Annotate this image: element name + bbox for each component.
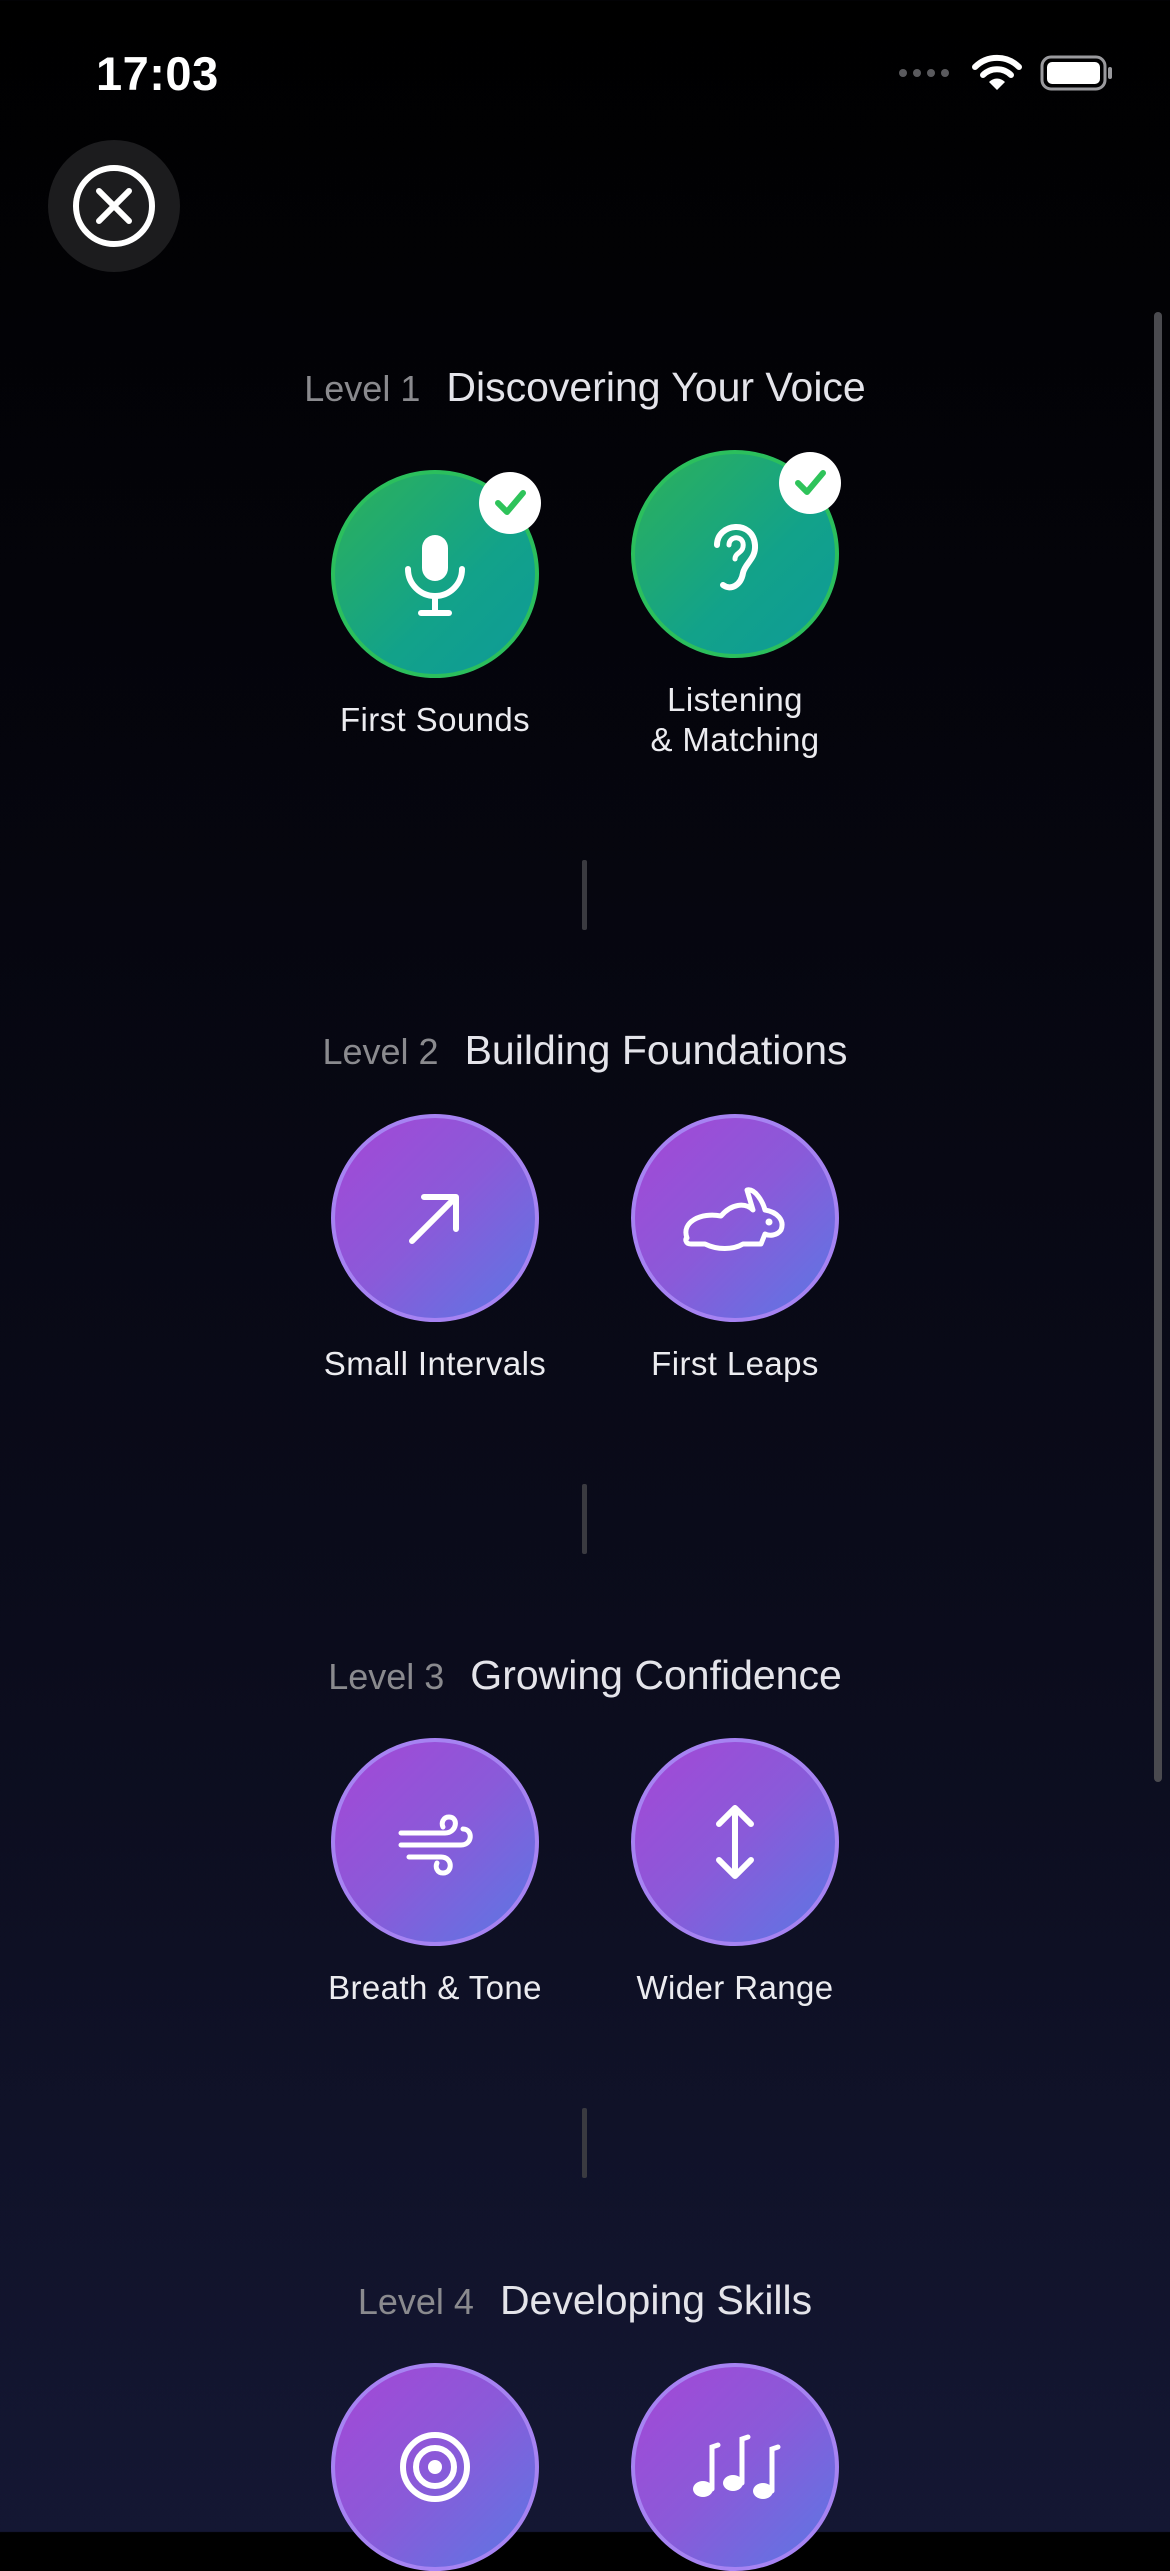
- lesson-listening-matching[interactable]: Listening & Matching: [575, 450, 895, 760]
- lesson-circle[interactable]: [631, 1738, 839, 1946]
- lesson-small-intervals[interactable]: Small Intervals: [275, 1114, 595, 1384]
- completed-check-icon: [479, 472, 541, 534]
- wifi-icon: [972, 54, 1022, 90]
- lesson-circle[interactable]: [331, 470, 541, 678]
- lesson-first-sounds[interactable]: First Sounds: [275, 470, 595, 740]
- level-number: Level 4: [357, 2281, 474, 2322]
- lesson-first-leaps[interactable]: First Leaps: [575, 1114, 895, 1384]
- lesson-circle[interactable]: [631, 2363, 839, 2571]
- arrow-up-right-icon: [409, 1194, 459, 1244]
- lesson-label: Breath & Tone: [328, 1969, 542, 2006]
- lesson-circle[interactable]: [331, 2363, 539, 2571]
- ear-icon: [714, 524, 759, 591]
- level-number: Level 3: [328, 1656, 445, 1697]
- lesson-level-4-first[interactable]: [275, 2363, 595, 2571]
- music-notes-icon: [693, 2434, 781, 2499]
- level-number: Level 2: [322, 1031, 439, 1072]
- completed-check-icon: [779, 452, 841, 514]
- lesson-label: First Sounds: [339, 701, 531, 738]
- level-number: Level 1: [304, 368, 421, 409]
- target-icon: [400, 2432, 470, 2502]
- lesson-label: First Leaps: [651, 1345, 819, 1382]
- level-4-header: Level 4 Developing Skills: [0, 2277, 1170, 2324]
- level-connector: [582, 2108, 587, 2178]
- arrow-up-down-icon: [716, 1805, 754, 1879]
- battery-icon: [1040, 55, 1112, 91]
- close-icon: [73, 165, 155, 247]
- cellular-signal-icon: [899, 69, 949, 77]
- level-connector: [582, 1484, 587, 1554]
- level-title: Developing Skills: [499, 2277, 813, 2323]
- status-time: 17:03: [96, 47, 219, 100]
- lesson-circle[interactable]: [631, 1114, 839, 1322]
- level-2-header: Level 2 Building Foundations: [0, 1027, 1170, 1074]
- level-title: Growing Confidence: [470, 1652, 842, 1698]
- lesson-label: Wider Range: [636, 1969, 834, 2006]
- lesson-circle[interactable]: [331, 1114, 539, 1322]
- lesson-breath-tone[interactable]: Breath & Tone: [275, 1738, 595, 2008]
- lesson-circle[interactable]: [631, 450, 841, 658]
- lesson-label: Listening & Matching: [650, 681, 820, 758]
- wind-icon: [398, 1814, 473, 1876]
- level-3-header: Level 3 Growing Confidence: [0, 1652, 1170, 1699]
- level-connector: [582, 860, 587, 930]
- lesson-wider-range[interactable]: Wider Range: [575, 1738, 895, 2008]
- level-title: Discovering Your Voice: [446, 364, 866, 410]
- microphone-icon: [405, 535, 465, 616]
- lesson-label: Small Intervals: [323, 1345, 547, 1382]
- rabbit-icon: [683, 1187, 785, 1251]
- level-title: Building Foundations: [464, 1027, 848, 1073]
- status-icons: [898, 54, 1114, 92]
- lesson-level-4-second[interactable]: [575, 2363, 895, 2571]
- level-1-header: Level 1 Discovering Your Voice: [0, 364, 1170, 411]
- close-button[interactable]: [48, 140, 180, 272]
- lesson-circle[interactable]: [331, 1738, 539, 1946]
